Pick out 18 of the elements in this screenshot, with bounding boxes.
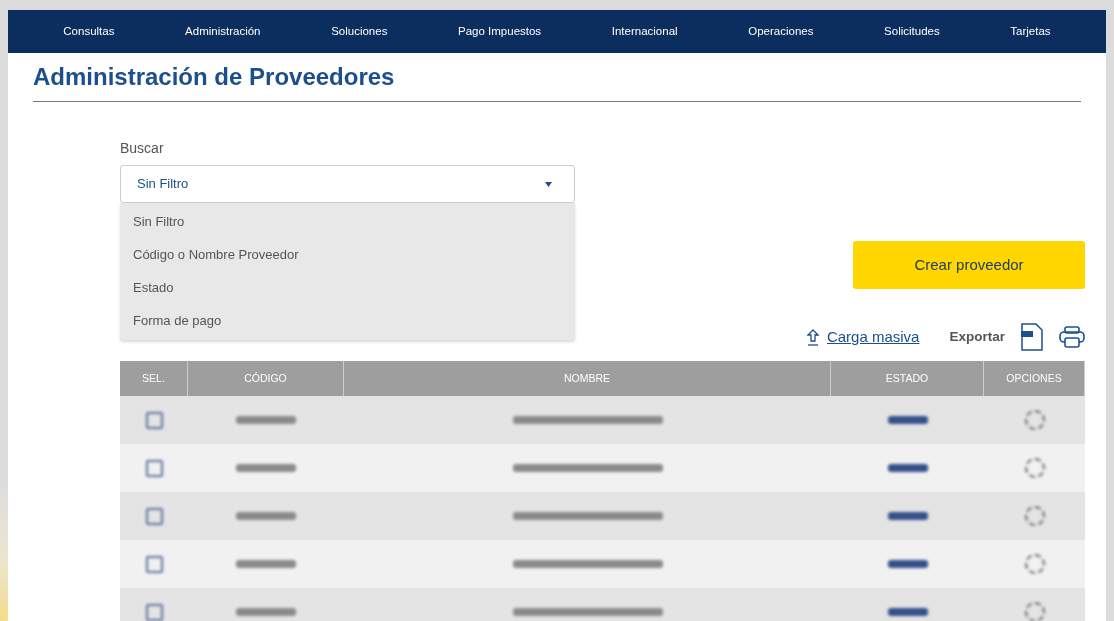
field-label: Buscar [120, 139, 165, 158]
nav-link[interactable]: Pago Impuestos [458, 22, 542, 41]
upload-link[interactable]: Carga masiva [826, 325, 920, 349]
nav-link[interactable]: Tarjetas [1010, 22, 1051, 41]
dropdown-option[interactable]: Estado [120, 271, 575, 304]
nav-link[interactable]: Administración [185, 22, 261, 41]
filter-select[interactable]: Sin Filtro [120, 165, 575, 203]
page-title: Administración de Proveedores [33, 59, 1081, 102]
nav-link[interactable]: Internacional [611, 22, 678, 41]
create-button[interactable]: Crear proveedor [853, 241, 1085, 289]
dropdown-option[interactable]: Forma de pago [120, 304, 575, 337]
dropdown-option[interactable]: Código o Nombre Proveedor [120, 238, 575, 271]
export-label: Exportar [949, 327, 1005, 346]
nav-link[interactable]: Soluciones [331, 22, 388, 41]
nav-link[interactable]: Operaciones [748, 22, 814, 41]
nav-link[interactable]: Consultas [63, 22, 115, 41]
dropdown-option[interactable]: Sin Filtro [120, 205, 575, 238]
nav-link[interactable]: Solicitudes [884, 22, 940, 41]
